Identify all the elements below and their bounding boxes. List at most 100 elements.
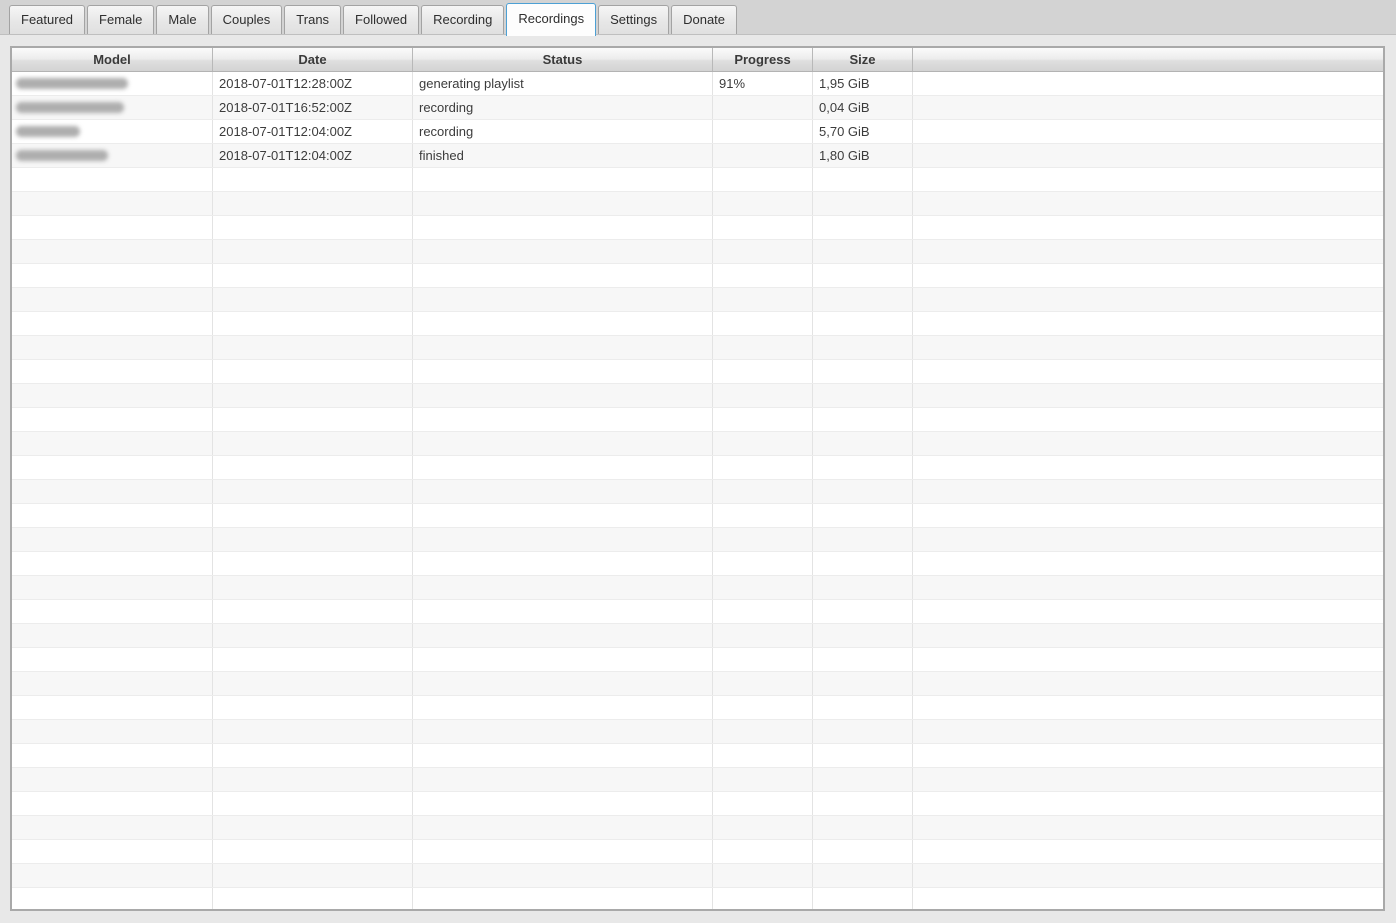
cell-size: 1,95 GiB xyxy=(813,72,913,95)
tab-recording[interactable]: Recording xyxy=(421,5,505,34)
cell-size xyxy=(813,624,913,647)
cell-status xyxy=(413,312,713,335)
cell-status xyxy=(413,792,713,815)
table-row-empty xyxy=(12,456,1383,480)
cell-extra xyxy=(913,240,1383,263)
table-header: Model Date Status Progress Size xyxy=(12,48,1383,72)
cell-status: recording xyxy=(413,120,713,143)
cell-progress xyxy=(713,336,813,359)
cell-date xyxy=(213,864,413,887)
table-row[interactable]: 2018-07-01T12:04:00Z recording 5,70 GiB xyxy=(12,120,1383,144)
cell-model xyxy=(12,312,213,335)
cell-size xyxy=(813,336,913,359)
cell-extra xyxy=(913,432,1383,455)
column-header-model[interactable]: Model xyxy=(12,48,213,71)
tab-followed[interactable]: Followed xyxy=(343,5,420,34)
table-row-empty xyxy=(12,696,1383,720)
table-row-empty xyxy=(12,168,1383,192)
column-header-status[interactable]: Status xyxy=(413,48,713,71)
table-row-empty xyxy=(12,360,1383,384)
table-row[interactable]: 2018-07-01T16:52:00Z recording 0,04 GiB xyxy=(12,96,1383,120)
cell-date xyxy=(213,624,413,647)
table-row-empty xyxy=(12,768,1383,792)
cell-extra xyxy=(913,672,1383,695)
table-row-empty xyxy=(12,648,1383,672)
cell-size xyxy=(813,192,913,215)
cell-date: 2018-07-01T12:04:00Z xyxy=(213,120,413,143)
cell-size: 1,80 GiB xyxy=(813,144,913,167)
cell-model xyxy=(12,840,213,863)
cell-model xyxy=(12,72,213,95)
column-header-extra[interactable] xyxy=(913,48,1383,71)
cell-size xyxy=(813,720,913,743)
cell-status xyxy=(413,888,713,909)
cell-extra xyxy=(913,552,1383,575)
cell-date xyxy=(213,888,413,909)
cell-progress xyxy=(713,384,813,407)
cell-extra xyxy=(913,144,1383,167)
cell-status xyxy=(413,720,713,743)
cell-size xyxy=(813,432,913,455)
cell-date xyxy=(213,552,413,575)
cell-extra xyxy=(913,336,1383,359)
cell-date xyxy=(213,264,413,287)
cell-date xyxy=(213,768,413,791)
table-row-empty xyxy=(12,672,1383,696)
tab-trans[interactable]: Trans xyxy=(284,5,342,34)
cell-status xyxy=(413,264,713,287)
table-row-empty xyxy=(12,840,1383,864)
cell-size xyxy=(813,168,913,191)
cell-progress xyxy=(713,840,813,863)
cell-progress xyxy=(713,408,813,431)
cell-size xyxy=(813,240,913,263)
tab-recordings[interactable]: Recordings xyxy=(506,3,597,36)
table-row[interactable]: 2018-07-01T12:04:00Z finished 1,80 GiB xyxy=(12,144,1383,168)
cell-status xyxy=(413,168,713,191)
cell-model xyxy=(12,744,213,767)
cell-model xyxy=(12,504,213,527)
cell-status xyxy=(413,192,713,215)
table-row-empty xyxy=(12,288,1383,312)
table-row-empty xyxy=(12,408,1383,432)
cell-progress xyxy=(713,576,813,599)
cell-progress xyxy=(713,768,813,791)
cell-date xyxy=(213,816,413,839)
column-header-date[interactable]: Date xyxy=(213,48,413,71)
cell-size xyxy=(813,768,913,791)
cell-size xyxy=(813,816,913,839)
tab-couples[interactable]: Couples xyxy=(210,5,283,34)
cell-model xyxy=(12,864,213,887)
tab-male[interactable]: Male xyxy=(156,5,209,34)
tab-female[interactable]: Female xyxy=(87,5,155,34)
column-header-size[interactable]: Size xyxy=(813,48,913,71)
cell-status xyxy=(413,672,713,695)
column-header-progress[interactable]: Progress xyxy=(713,48,813,71)
cell-size xyxy=(813,600,913,623)
cell-progress xyxy=(713,648,813,671)
cell-extra xyxy=(913,408,1383,431)
cell-progress xyxy=(713,216,813,239)
cell-size xyxy=(813,552,913,575)
cell-status: finished xyxy=(413,144,713,167)
cell-model xyxy=(12,144,213,167)
tab-donate[interactable]: Donate xyxy=(671,5,738,34)
table-row-empty xyxy=(12,864,1383,888)
cell-size xyxy=(813,672,913,695)
cell-size xyxy=(813,288,913,311)
cell-progress xyxy=(713,816,813,839)
table-row[interactable]: 2018-07-01T12:28:00Z generating playlist 9… xyxy=(12,72,1383,96)
cell-date xyxy=(213,336,413,359)
cell-model xyxy=(12,672,213,695)
cell-progress xyxy=(713,192,813,215)
tab-settings[interactable]: Settings xyxy=(598,5,670,34)
cell-model xyxy=(12,528,213,551)
cell-model xyxy=(12,720,213,743)
cell-date xyxy=(213,528,413,551)
cell-progress xyxy=(713,720,813,743)
cell-date xyxy=(213,240,413,263)
cell-date xyxy=(213,408,413,431)
tab-featured[interactable]: Featured xyxy=(9,5,86,34)
cell-status xyxy=(413,600,713,623)
cell-model xyxy=(12,216,213,239)
cell-size xyxy=(813,840,913,863)
